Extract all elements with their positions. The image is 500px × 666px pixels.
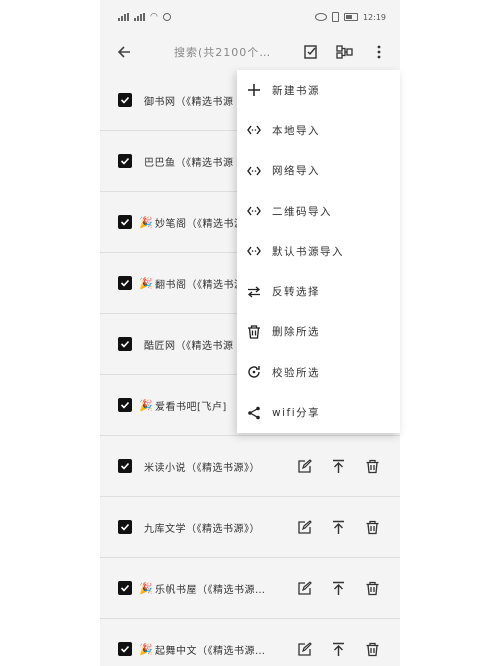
list-item[interactable]: 米读小说（《精选书源》） [100,436,400,497]
menu-item-label: 默认书源导入 [272,245,344,258]
menu-item-label: 本地导入 [272,124,320,137]
menu-item-invert-selection[interactable]: 反转选择 [237,271,400,311]
edit-icon[interactable] [296,580,312,596]
battery-icon [343,13,358,21]
menu-item-new-source[interactable]: 新建书源 [237,70,400,110]
more-vert-icon[interactable] [368,41,390,63]
trash-icon[interactable] [364,580,380,596]
checkbox-checked[interactable] [118,154,132,168]
status-time: 12:19 [362,12,386,22]
source-name: 九库文学（《精选书源》） [144,523,260,535]
menu-item-label: wifi分享 [272,407,321,420]
menu-item-label: 网络导入 [272,165,320,178]
code-diamond-icon [246,203,262,219]
menu-item-network-import[interactable]: 网络导入 [237,151,400,191]
menu-item-local-import[interactable]: 本地导入 [237,110,400,150]
trash-icon[interactable] [364,641,380,657]
refresh-check-icon [246,364,262,380]
menu-item-label: 删除所选 [272,326,320,339]
checkbox-checked[interactable] [118,459,132,473]
move-top-icon[interactable] [330,458,346,474]
row-actions [296,436,380,496]
checkbox-checked[interactable] [118,93,132,107]
source-name: 乐帆书屋（《精选书源… [155,584,266,596]
source-name: 翻书阁（《精选书源 [155,279,245,291]
source-name: 起舞中文（《精选书源… [155,645,266,657]
menu-item-wifi-share[interactable]: wifi分享 [237,392,400,432]
trash-icon[interactable] [364,458,380,474]
menu-item-label: 二维码导入 [272,205,332,218]
group-icon[interactable] [334,41,356,63]
source-name: 巴巴鱼（《精选书源 [144,157,234,169]
code-diamond-icon [246,163,262,179]
trash-icon[interactable] [364,519,380,535]
status-right: 12:19 [314,12,386,22]
menu-item-delete-selected[interactable]: 删除所选 [237,312,400,352]
party-icon: 🎉 [139,581,153,595]
trash-icon [246,324,262,340]
source-name: 御书网（《精选书源 [144,96,234,108]
checkbox-checked[interactable] [118,520,132,534]
sync-icon [162,13,171,21]
share-icon [246,405,262,421]
source-name: 米读小说（《精选书源》） [144,462,260,474]
menu-item-label: 校验所选 [272,366,320,379]
move-top-icon[interactable] [330,580,346,596]
menu-item-label: 新建书源 [272,84,320,97]
swap-arrows-icon [246,284,262,300]
edit-icon[interactable] [296,458,312,474]
edit-icon[interactable] [296,641,312,657]
checkbox-checked[interactable] [118,581,132,595]
code-diamond-icon [246,243,262,259]
signal-icon [118,13,129,21]
checkbox-checked[interactable] [118,276,132,290]
eye-icon [314,13,327,21]
search-input[interactable]: 搜索(共2100个… [136,44,288,60]
list-item[interactable]: 九库文学（《精选书源》） [100,497,400,558]
party-icon: 🎉 [139,215,153,229]
signal-icon-2 [134,13,145,21]
select-all-icon[interactable] [300,41,322,63]
overflow-menu: 新建书源 本地导入 网络导入 二维码导入 默认书源导入 反转选择 删除所选 校验… [237,70,400,433]
move-top-icon[interactable] [330,519,346,535]
row-actions [296,497,380,557]
checkbox-checked[interactable] [118,337,132,351]
list-item[interactable]: 🎉 乐帆书屋（《精选书源… [100,558,400,619]
menu-item-qr-import[interactable]: 二维码导入 [237,191,400,231]
status-left: ◠ [118,12,171,22]
checkbox-checked[interactable] [118,215,132,229]
list-item[interactable]: 🎉 起舞中文（《精选书源… [100,619,400,666]
menu-item-label: 反转选择 [272,286,320,299]
wifi-icon: ◠ [150,12,158,22]
source-name: 妙笔阁（《精选书源 [155,218,245,230]
edit-icon[interactable] [296,519,312,535]
party-icon: 🎉 [139,642,153,656]
menu-item-check-selected[interactable]: 校验所选 [237,352,400,392]
plus-icon [246,82,262,98]
menu-item-default-import[interactable]: 默认书源导入 [237,231,400,271]
row-actions [296,619,380,666]
checkbox-checked[interactable] [118,642,132,656]
move-top-icon[interactable] [330,641,346,657]
back-arrow-icon[interactable] [112,40,136,64]
party-icon: 🎉 [139,398,153,412]
status-bar: ◠ 12:19 [100,0,400,34]
source-name: 爱看书吧[飞卢] [155,401,227,413]
code-diamond-icon [246,122,262,138]
toolbar: 搜索(共2100个… [100,34,400,70]
checkbox-checked[interactable] [118,398,132,412]
party-icon: 🎉 [139,276,153,290]
vibrate-icon [331,12,339,22]
row-actions [296,558,380,618]
source-name: 酷匠网（《精选书源 [144,340,234,352]
